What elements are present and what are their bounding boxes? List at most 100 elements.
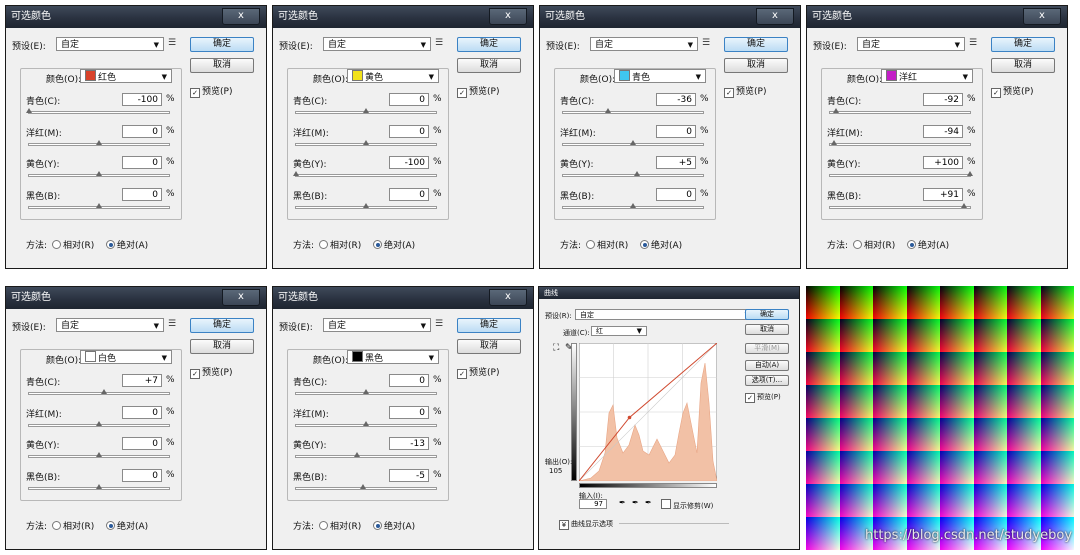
slider-thumb[interactable] [96,484,102,489]
preview-checkbox[interactable]: ✓ 预览(P) [190,365,232,379]
black-slider[interactable] [28,484,170,490]
color-select[interactable]: 黑色 ▼ [347,350,439,364]
absolute-radio[interactable]: 绝对(A) [640,238,682,251]
absolute-radio[interactable]: 绝对(A) [373,238,415,251]
magenta-slider[interactable] [295,140,437,146]
yellow-input[interactable]: -100 [389,156,429,169]
ok-button[interactable]: 确定 [190,37,254,52]
black-input[interactable]: 0 [122,188,162,201]
close-button[interactable]: x [222,289,260,306]
slider-thumb[interactable] [293,171,299,176]
yellow-slider[interactable] [829,171,973,177]
curves-smooth-button[interactable]: 平滑(M) [745,343,789,354]
relative-radio[interactable]: 相对(R) [319,519,361,532]
cyan-slider[interactable] [295,389,437,395]
show-clipping-checkbox[interactable]: 显示修剪(W) [661,499,713,511]
preset-select[interactable]: 自定 ▼ [56,318,164,332]
yellow-input[interactable]: -13 [389,437,429,450]
yellow-slider[interactable] [28,452,170,458]
relative-radio[interactable]: 相对(R) [586,238,628,251]
slider-thumb[interactable] [363,421,369,426]
preset-menu-icon[interactable]: ☰ [168,38,176,48]
curves-auto-button[interactable]: 自动(A) [745,360,789,371]
slider-thumb[interactable] [604,108,611,113]
ok-button[interactable]: 确定 [457,318,521,333]
preset-menu-icon[interactable]: ☰ [435,38,443,48]
slider-thumb[interactable] [831,140,838,145]
slider-thumb[interactable] [630,203,636,208]
curve-tool-icon[interactable]: ⛶ [553,343,559,353]
slider-thumb[interactable] [363,389,369,394]
black-slider[interactable] [295,484,437,490]
yellow-input[interactable]: 0 [122,156,162,169]
preset-menu-icon[interactable]: ☰ [435,319,443,329]
relative-radio[interactable]: 相对(R) [319,238,361,251]
ok-button[interactable]: 确定 [991,37,1055,52]
slider-thumb[interactable] [96,171,102,176]
preset-select[interactable]: 自定 ▼ [323,37,431,51]
eyedropper-icon[interactable]: ✒ [645,498,652,507]
magenta-slider[interactable] [28,140,170,146]
curves-cancel-button[interactable]: 取消 [745,324,789,335]
relative-radio[interactable]: 相对(R) [853,238,895,251]
black-input[interactable]: -5 [389,469,429,482]
preset-select[interactable]: 自定 ▼ [590,37,698,51]
relative-radio[interactable]: 相对(R) [52,238,94,251]
close-button[interactable]: x [489,8,527,25]
preview-checkbox[interactable]: ✓ 预览(P) [457,84,499,98]
cyan-slider[interactable] [28,389,170,395]
preset-menu-icon[interactable]: ☰ [702,38,710,48]
black-input[interactable]: +91 [923,188,963,201]
ok-button[interactable]: 确定 [457,37,521,52]
yellow-slider[interactable] [295,452,437,458]
magenta-input[interactable]: -94 [923,125,963,138]
cancel-button[interactable]: 取消 [991,58,1055,73]
black-input[interactable]: 0 [656,188,696,201]
preset-menu-icon[interactable]: ☰ [969,38,977,48]
yellow-slider[interactable] [562,171,704,177]
color-select[interactable]: 白色 ▼ [80,350,172,364]
eyedropper-icon[interactable]: ✒ [632,498,639,507]
magenta-slider[interactable] [829,140,971,146]
slider-thumb[interactable] [363,140,369,145]
preview-checkbox[interactable]: ✓ 预览(P) [457,365,499,379]
cyan-slider[interactable] [26,108,170,114]
slider-thumb[interactable] [359,484,366,489]
cancel-button[interactable]: 取消 [190,58,254,73]
cyan-input[interactable]: -100 [122,93,162,106]
cancel-button[interactable]: 取消 [457,339,521,354]
curves-channel-select[interactable]: 红 ▼ [591,326,647,336]
cyan-input[interactable]: 0 [389,374,429,387]
slider-thumb[interactable] [832,108,839,113]
color-select[interactable]: 红色 ▼ [80,69,172,83]
color-select[interactable]: 青色 ▼ [614,69,706,83]
slider-thumb[interactable] [967,171,973,176]
cyan-input[interactable]: 0 [389,93,429,106]
slider-thumb[interactable] [353,452,360,457]
ok-button[interactable]: 确定 [724,37,788,52]
slider-thumb[interactable] [100,389,107,394]
cyan-input[interactable]: +7 [122,374,162,387]
cyan-slider[interactable] [562,108,704,114]
preview-checkbox[interactable]: ✓ 预览(P) [724,84,766,98]
preview-checkbox[interactable]: ✓ 预览(P) [991,84,1033,98]
preset-select[interactable]: 自定 ▼ [56,37,164,51]
curves-output-value[interactable]: 105 [549,467,562,475]
absolute-radio[interactable]: 绝对(A) [106,519,148,532]
color-select[interactable]: 黄色 ▼ [347,69,439,83]
black-slider[interactable] [295,203,437,209]
curves-ok-button[interactable]: 确定 [745,309,789,320]
yellow-slider[interactable] [293,171,437,177]
preview-checkbox[interactable]: ✓ 预览(P) [190,84,232,98]
close-button[interactable]: x [222,8,260,25]
curve-display-options[interactable]: ¥ 曲线显示选项 [559,519,613,530]
yellow-input[interactable]: +5 [656,156,696,169]
slider-thumb[interactable] [960,203,967,208]
cyan-input[interactable]: -36 [656,93,696,106]
magenta-slider[interactable] [562,140,704,146]
curves-graph[interactable] [579,343,717,481]
slider-thumb[interactable] [363,108,369,113]
magenta-input[interactable]: 0 [389,406,429,419]
slider-thumb[interactable] [633,171,640,176]
curves-preview-checkbox[interactable]: ✓ 预览(P) [745,392,781,403]
